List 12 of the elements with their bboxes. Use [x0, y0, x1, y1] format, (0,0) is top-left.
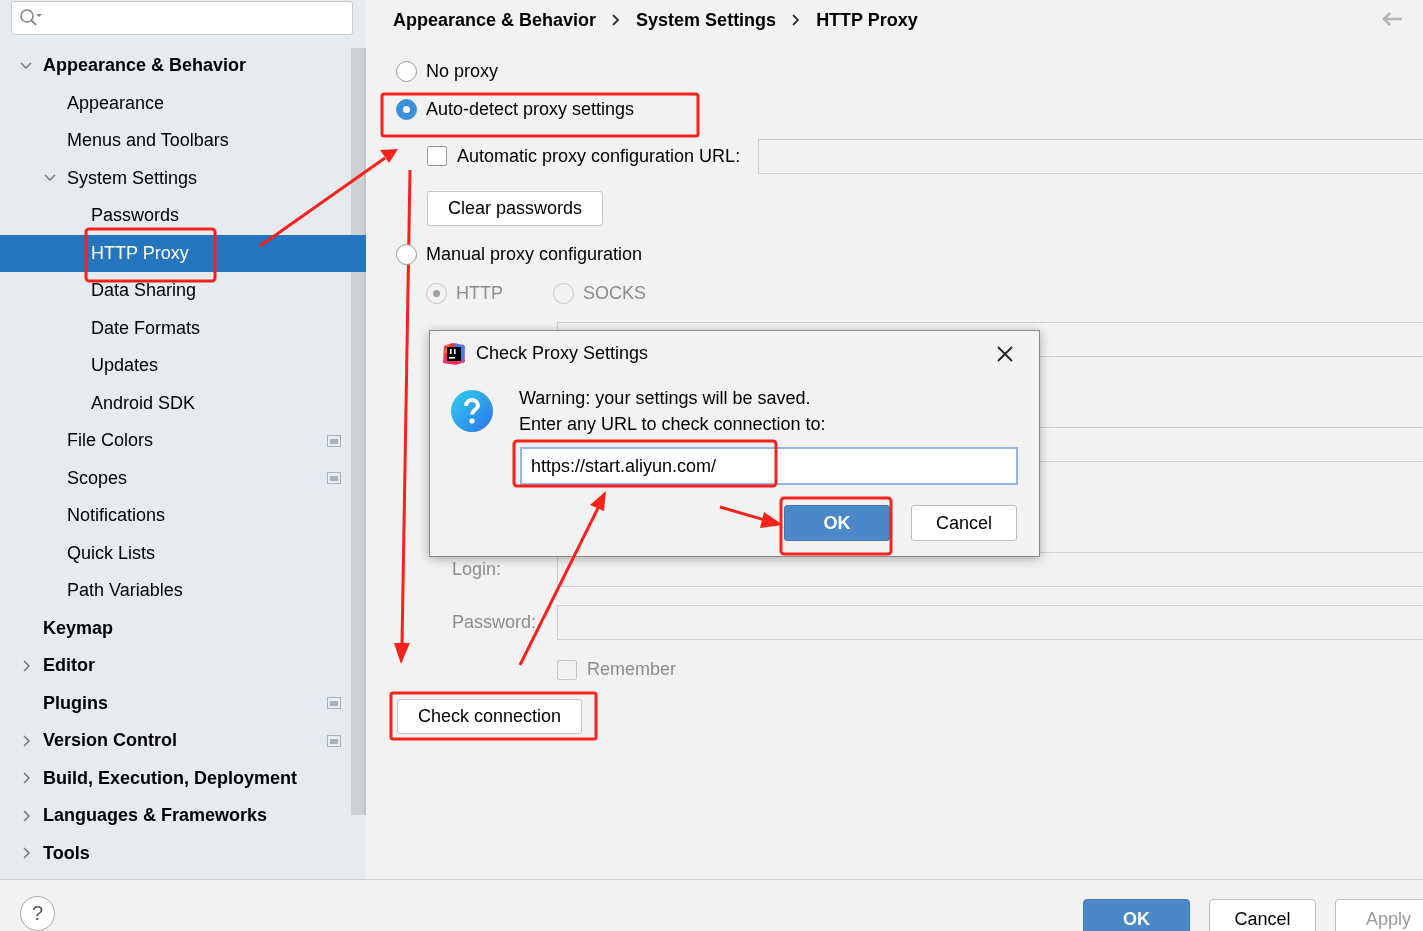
- dialog-message: Warning: your settings will be saved.: [519, 387, 812, 410]
- radio-label: No proxy: [426, 60, 499, 82]
- checkbox-label: Automatic proxy configuration URL:: [457, 145, 741, 167]
- checkbox-label: Remember: [587, 659, 677, 680]
- radio-label: SOCKS: [583, 282, 647, 304]
- field-label: Login:: [452, 559, 503, 580]
- radio-label: Auto-detect proxy settings: [426, 99, 635, 120]
- radio-label: HTTP: [456, 282, 503, 304]
- dialog-title: Check Proxy Settings: [476, 343, 649, 364]
- radio-label: Manual proxy configuration: [426, 243, 643, 265]
- dialog-message: Enter any URL to check connection to:: [519, 413, 827, 436]
- field-label: Password:: [452, 611, 538, 633]
